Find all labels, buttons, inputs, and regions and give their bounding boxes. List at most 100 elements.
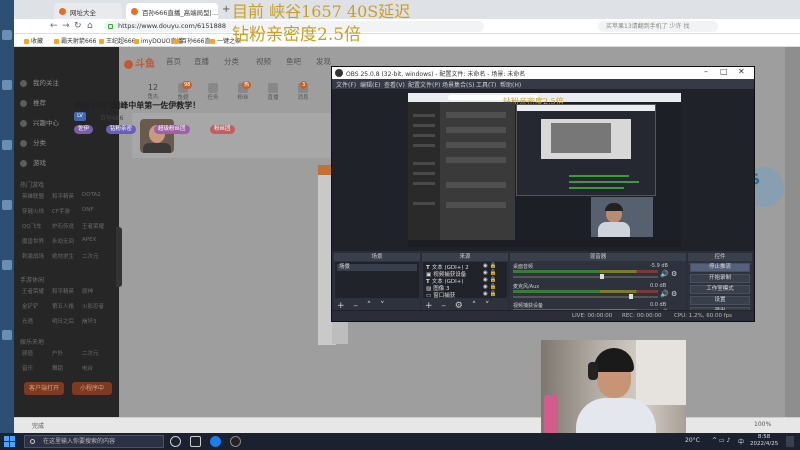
- desktop-app-icon[interactable]: [2, 80, 12, 90]
- sidebar-category-item[interactable]: DOTA2: [82, 192, 112, 200]
- sidebar-category-item[interactable]: 二次元: [82, 349, 112, 357]
- speaker-icon[interactable]: 🔊 ⚙: [660, 270, 677, 278]
- start-button[interactable]: [4, 436, 15, 447]
- settings-button[interactable]: 设置: [690, 296, 750, 305]
- sidebar-category-item[interactable]: 二次元: [82, 252, 112, 260]
- nav-video[interactable]: 视频: [256, 56, 271, 67]
- sidebar-item-recommend[interactable]: 推荐: [20, 97, 46, 107]
- sidebar-category-item[interactable]: 穿越火线: [22, 207, 52, 215]
- close-icon[interactable]: ✕: [738, 67, 745, 76]
- bookmark-item[interactable]: 收藏: [24, 36, 43, 45]
- sidebar-category-item[interactable]: 魔兽世界: [22, 237, 52, 245]
- browser-search-input[interactable]: 买苹果13请翻到手机了 少许 找: [598, 21, 718, 32]
- sidebar-category-item[interactable]: 明日之后: [52, 317, 82, 325]
- desktop-app-icon[interactable]: [2, 260, 12, 270]
- obs-taskbar-icon[interactable]: [230, 436, 241, 447]
- weather-text[interactable]: 20°C: [685, 437, 700, 444]
- volume-slider[interactable]: [513, 296, 658, 298]
- page-scrollbar[interactable]: [785, 47, 800, 417]
- menu-tools[interactable]: 工具(T): [476, 80, 496, 89]
- forward-icon[interactable]: →: [62, 21, 70, 31]
- notification-icon[interactable]: [786, 436, 794, 447]
- sidebar-category-item[interactable]: 王者荣耀: [22, 287, 52, 295]
- sidebar-category-item[interactable]: 音乐: [22, 364, 52, 372]
- browser-taskbar-icon[interactable]: [210, 436, 221, 447]
- sidebar-category-item[interactable]: 电台: [82, 364, 112, 372]
- room-tag[interactable]: 钻粉亲密: [106, 125, 137, 134]
- volume-slider-knob[interactable]: [628, 294, 633, 299]
- menu-view[interactable]: 查看(V): [384, 80, 405, 89]
- sidebar-item-category[interactable]: 分类: [20, 137, 46, 147]
- nav-live[interactable]: 直播: [194, 56, 209, 67]
- desktop-app-icon[interactable]: [2, 200, 12, 210]
- desktop-app-icon[interactable]: [2, 140, 12, 150]
- bookmark-item[interactable]: 王纪超666: [99, 36, 135, 45]
- room-tag[interactable]: 粉丝团: [210, 125, 235, 134]
- menu-help[interactable]: 帮助(H): [500, 80, 521, 89]
- ime-indicator[interactable]: 中: [738, 437, 744, 446]
- taskbar-clock[interactable]: 8:58 2022/4/25: [750, 434, 778, 448]
- sidebar-category-item[interactable]: 和平精英: [52, 192, 82, 200]
- sidebar-category-item[interactable]: 崩坏3: [82, 317, 112, 325]
- stat-live[interactable]: 直播: [260, 83, 286, 101]
- maximize-icon[interactable]: □: [720, 67, 728, 76]
- stat-task[interactable]: 任务: [200, 83, 226, 101]
- sidebar-category-item[interactable]: DNF: [82, 207, 112, 215]
- desktop-app-icon[interactable]: [2, 30, 12, 40]
- sidebar-category-item[interactable]: 第五人格: [52, 302, 82, 310]
- menu-profile[interactable]: 配置文件(P): [408, 80, 440, 89]
- room-tag[interactable]: 超级粉丝团: [154, 125, 190, 134]
- bookmark-item[interactable]: 霸天射箭666: [54, 36, 96, 45]
- sidebar-category-item[interactable]: 金铲铲: [22, 302, 52, 310]
- sidebar-category-item[interactable]: QQ飞车: [22, 222, 52, 230]
- volume-slider-knob[interactable]: [600, 274, 605, 279]
- nav-category[interactable]: 分类: [224, 56, 239, 67]
- back-icon[interactable]: ←: [50, 21, 58, 31]
- scene-item[interactable]: 场景: [337, 264, 417, 271]
- menu-file[interactable]: 文件(F): [336, 80, 356, 89]
- nav-yuba[interactable]: 鱼吧: [286, 56, 301, 67]
- studio-mode-button[interactable]: 工作室模式: [690, 285, 750, 294]
- open-client-button[interactable]: 客户端打开: [24, 382, 64, 395]
- visibility-icon[interactable]: ◉ 🔒: [483, 291, 496, 297]
- douyu-logo[interactable]: 斗鱼: [124, 55, 155, 70]
- sidebar-item-games[interactable]: 游戏: [20, 157, 46, 167]
- refresh-icon[interactable]: ↻: [74, 21, 82, 31]
- sidebar-category-item[interactable]: 和平精英: [52, 287, 82, 295]
- sidebar-category-item[interactable]: 永劫无间: [52, 237, 82, 245]
- menu-edit[interactable]: 编辑(E): [360, 80, 380, 89]
- menu-scene-collection[interactable]: 场景集合(S): [442, 80, 475, 89]
- sidebar-category-item[interactable]: 户外: [52, 349, 82, 357]
- sidebar-item-follow[interactable]: 我的关注: [20, 77, 59, 87]
- home-icon[interactable]: ⌂: [87, 21, 93, 31]
- sidebar-category-item[interactable]: APEX: [82, 237, 112, 245]
- sidebar-category-item[interactable]: 舞蹈: [52, 364, 82, 372]
- sidebar-collapse-handle[interactable]: [116, 227, 122, 287]
- sidebar-category-item[interactable]: 光遇: [22, 317, 52, 325]
- sidebar-category-item[interactable]: 火影忍者: [82, 302, 112, 310]
- visibility-icon[interactable]: ◉ 🔒: [483, 284, 496, 290]
- task-view-icon[interactable]: [190, 436, 201, 447]
- nav-discover[interactable]: 发现: [316, 56, 331, 67]
- room-tag[interactable]: 佐伊: [74, 125, 94, 134]
- sidebar-category-item[interactable]: 刺激战场: [22, 252, 52, 260]
- mini-program-button[interactable]: 小程序中: [72, 382, 112, 395]
- sidebar-category-item[interactable]: 王者荣耀: [82, 222, 112, 230]
- volume-slider[interactable]: [513, 276, 658, 278]
- minimize-icon[interactable]: –: [704, 67, 708, 76]
- nav-home[interactable]: 首页: [166, 56, 181, 67]
- source-item[interactable]: ▭ 窗口捕获 ◉ 🔒: [426, 291, 496, 299]
- visibility-icon[interactable]: ◉ 🔒: [483, 277, 496, 283]
- visibility-icon[interactable]: ◉ 🔒: [483, 270, 496, 276]
- sidebar-category-item[interactable]: CF手游: [52, 207, 82, 215]
- stop-streaming-button[interactable]: 停止推流: [690, 263, 750, 272]
- desktop-app-icon[interactable]: [2, 330, 12, 340]
- sidebar-category-item[interactable]: 炉石传说: [52, 222, 82, 230]
- visibility-icon[interactable]: ◉ 🔒: [483, 263, 496, 269]
- sidebar-category-item[interactable]: 颜值: [22, 349, 52, 357]
- stat-fishball[interactable]: 12 鱼丸: [140, 83, 166, 100]
- sidebar-item-interest[interactable]: 兴趣中心: [20, 117, 59, 127]
- start-recording-button[interactable]: 开始录制: [690, 274, 750, 283]
- tray-icons[interactable]: ^ ▭ ♪: [712, 437, 730, 444]
- cortana-icon[interactable]: [170, 436, 181, 447]
